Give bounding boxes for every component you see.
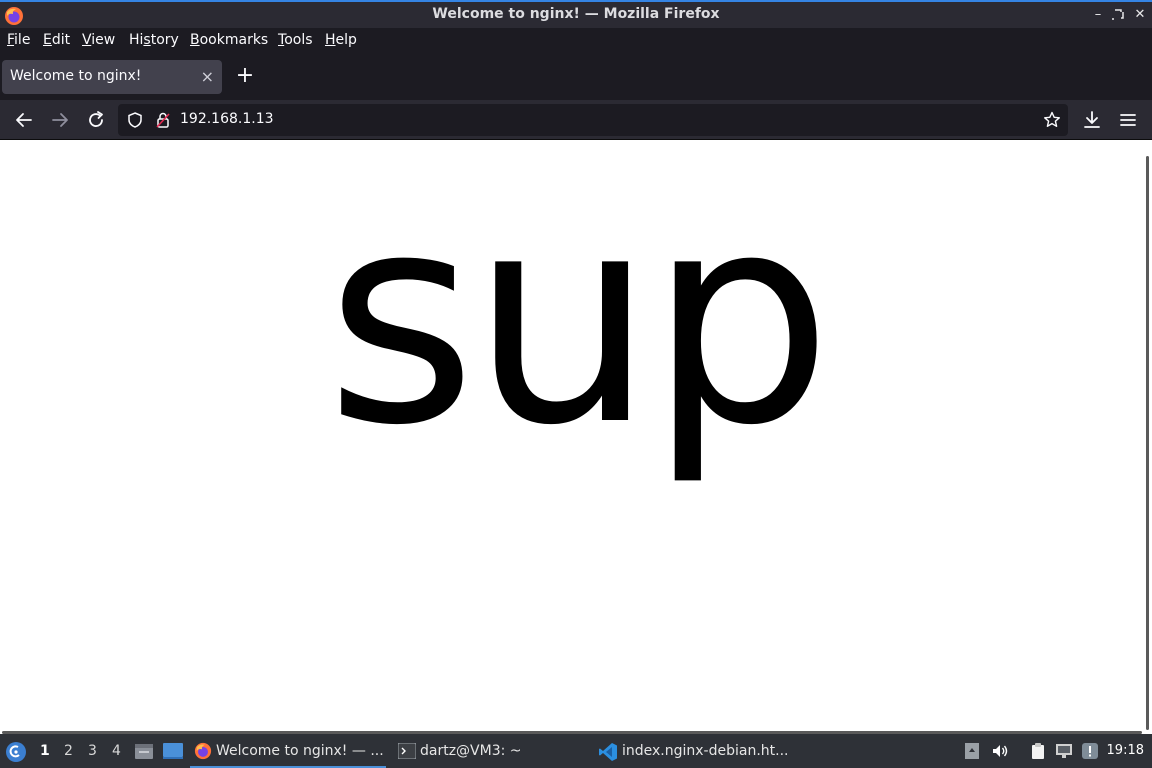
menu-bookmarks[interactable]: Bookmarks — [190, 32, 268, 48]
clock[interactable]: 19:18 — [1107, 743, 1144, 758]
terminal-icon — [398, 743, 416, 759]
menu-help[interactable]: Help — [325, 32, 357, 48]
shield-icon[interactable] — [126, 111, 144, 129]
tab-bar: Welcome to nginx! × + — [0, 54, 1152, 100]
url-text[interactable]: 192.168.1.13 — [180, 111, 274, 127]
workspace-2[interactable]: 2 — [64, 743, 73, 759]
task-vscode[interactable]: index.nginx-debian.ht... — [596, 734, 796, 768]
reload-icon[interactable] — [84, 108, 108, 132]
navigation-toolbar: 192.168.1.13 — [0, 100, 1152, 140]
menu-view[interactable]: View — [82, 32, 115, 48]
bookmark-star-icon[interactable] — [1042, 110, 1062, 130]
debian-start-menu-icon[interactable] — [5, 741, 27, 763]
new-tab-button[interactable]: + — [234, 65, 256, 87]
firefox-icon — [194, 742, 212, 760]
close-window-button[interactable]: ✕ — [1132, 7, 1148, 23]
show-desktop-icon[interactable] — [162, 742, 184, 760]
menu-edit[interactable]: Edit — [43, 32, 70, 48]
task-terminal[interactable]: dartz@VM3: ~ — [394, 734, 590, 768]
menu-history[interactable]: History — [129, 32, 179, 48]
page-heading-text: sup — [325, 152, 833, 489]
insecure-lock-icon[interactable] — [154, 111, 172, 129]
hamburger-menu-icon[interactable] — [1116, 108, 1140, 132]
workspace-3[interactable]: 3 — [88, 743, 97, 759]
workspace-1[interactable]: 1 — [40, 743, 50, 759]
menu-bar: File Edit View History Bookmarks Tools H… — [0, 28, 1152, 54]
workspace-4[interactable]: 4 — [112, 743, 121, 759]
tab-close-icon[interactable]: × — [201, 67, 214, 86]
task-firefox[interactable]: Welcome to nginx! — ... — [190, 734, 386, 768]
minimize-button[interactable]: – — [1090, 7, 1106, 23]
menu-tools[interactable]: Tools — [278, 32, 313, 48]
scroll-up-indicator-icon[interactable] — [963, 742, 981, 760]
window-title: Welcome to nginx! — Mozilla Firefox — [432, 6, 720, 22]
tab-title: Welcome to nginx! — [10, 68, 142, 84]
network-icon[interactable] — [1055, 742, 1073, 760]
notification-icon[interactable] — [1081, 742, 1099, 760]
downloads-icon[interactable] — [1080, 108, 1104, 132]
vertical-scrollbar[interactable] — [1144, 140, 1152, 734]
file-manager-icon[interactable] — [133, 741, 155, 761]
clipboard-icon[interactable] — [1029, 742, 1047, 760]
url-bar[interactable]: 192.168.1.13 — [118, 104, 1068, 136]
back-arrow-icon[interactable] — [12, 108, 36, 132]
taskbar: 1 2 3 4 Welcome to nginx! — ... dartz@VM… — [0, 734, 1152, 768]
restore-icon — [1112, 9, 1124, 20]
tab-welcome-nginx[interactable]: Welcome to nginx! × — [2, 60, 222, 94]
menu-file[interactable]: File — [7, 32, 30, 48]
vertical-scroll-thumb[interactable] — [1146, 156, 1149, 730]
forward-arrow-icon[interactable] — [48, 108, 72, 132]
volume-icon[interactable] — [991, 742, 1009, 760]
window-titlebar: Welcome to nginx! — Mozilla Firefox – ✕ — [0, 0, 1152, 28]
maximize-button[interactable] — [1110, 7, 1126, 23]
page-content: sup — [0, 140, 1152, 734]
vscode-icon — [599, 743, 617, 761]
